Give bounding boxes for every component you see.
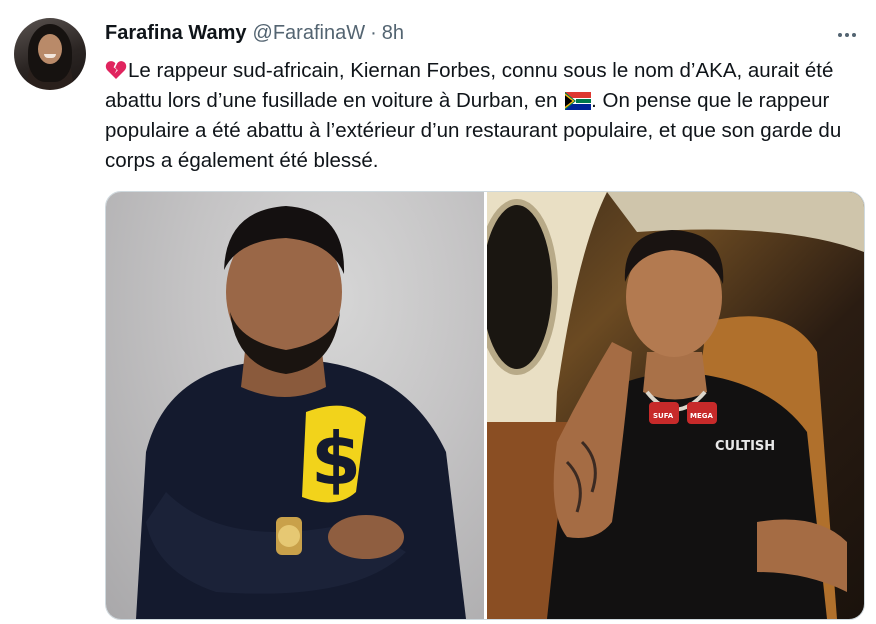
more-dot (845, 33, 849, 37)
south-africa-flag-icon (565, 92, 592, 110)
author-handle[interactable]: @FarafinaW (253, 22, 366, 45)
tweet-text: Le rappeur sud-africain, Kiernan Forbes,… (105, 56, 865, 176)
tweet-photo-2[interactable]: SUFA MEGA CULTISH (487, 192, 864, 619)
tweet-card[interactable]: Farafina Wamy @FarafinaW · 8h Le rappeur… (0, 0, 876, 624)
necklace-right-text: MEGA (690, 412, 713, 420)
avatar-face (38, 34, 62, 64)
tweet-timestamp[interactable]: 8h (382, 22, 404, 45)
author-avatar[interactable] (14, 18, 86, 90)
more-dot (852, 33, 856, 37)
tweet-media-grid: $ SUFA MEGA CULTISH (105, 191, 865, 620)
photo-1-illustration: $ (136, 206, 466, 619)
necklace-left-text: SUFA (653, 412, 674, 420)
more-options-button[interactable] (832, 22, 862, 48)
more-horizontal-icon (838, 33, 842, 37)
tshirt-text: CULTISH (715, 439, 775, 454)
shirt-dollar-symbol: $ (311, 417, 361, 501)
tweet-header: Farafina Wamy @FarafinaW · 8h (105, 22, 404, 48)
photo-2-illustration: SUFA MEGA CULTISH (487, 192, 864, 619)
broken-heart-icon (105, 61, 127, 79)
header-separator: · (370, 22, 377, 44)
tweet-photo-1[interactable]: $ (106, 192, 484, 619)
author-name[interactable]: Farafina Wamy (105, 22, 247, 45)
